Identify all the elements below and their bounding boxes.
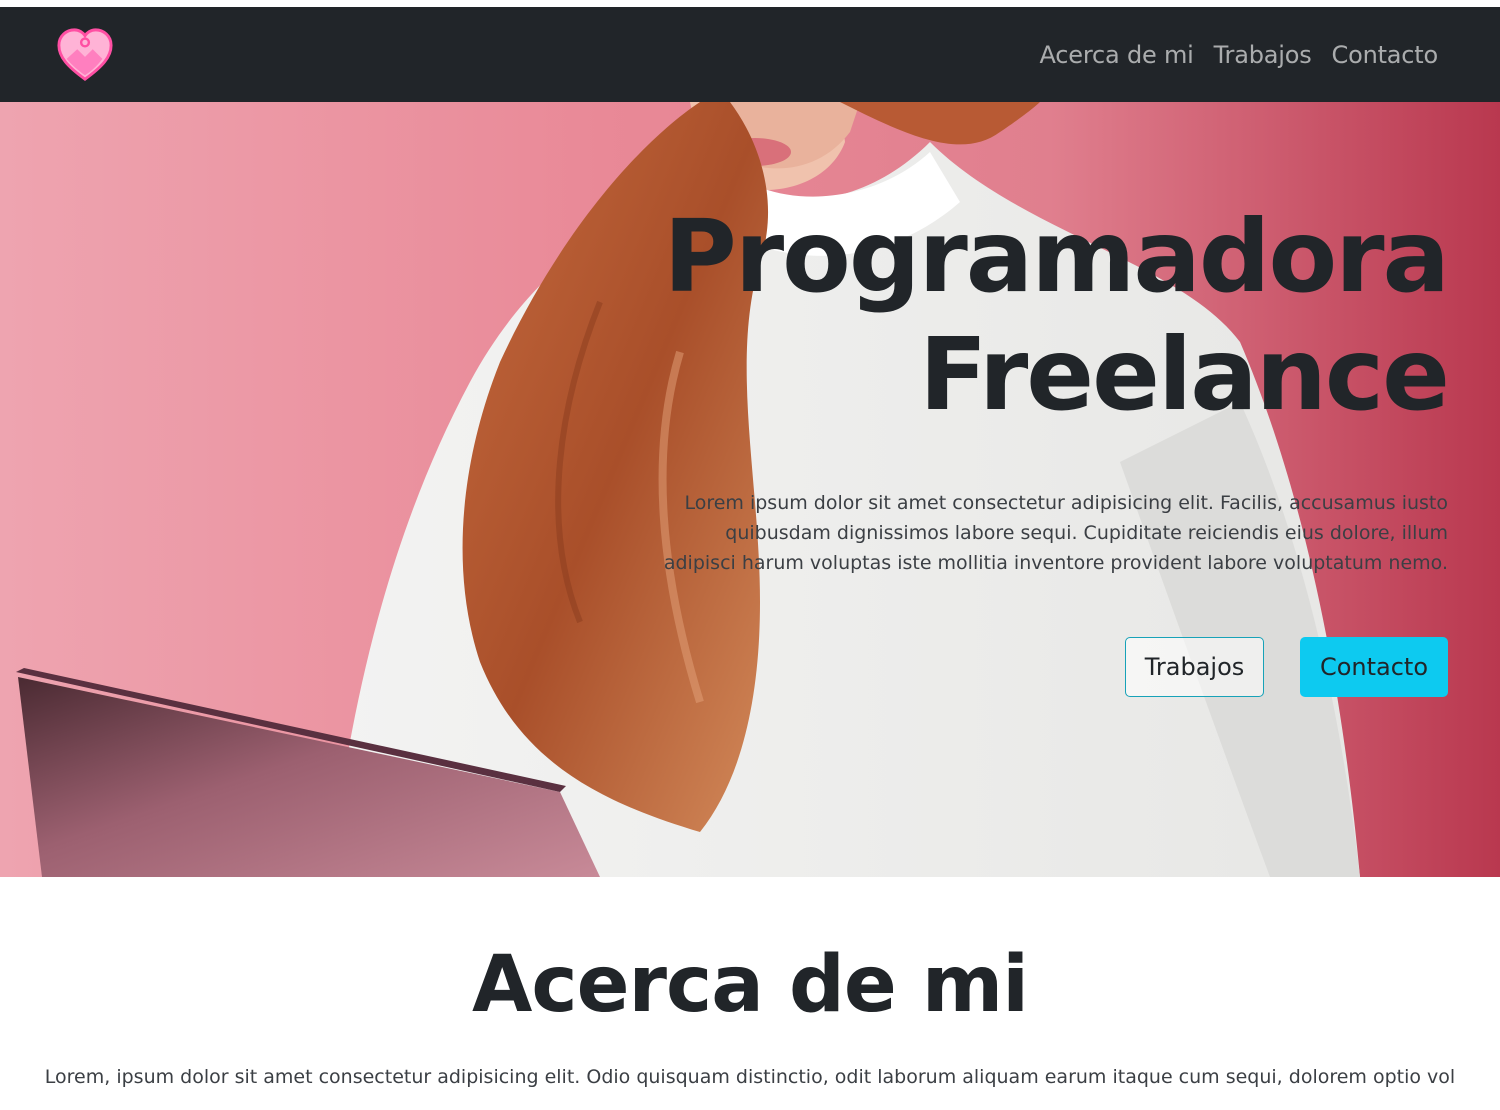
nav-links: Acerca de mi Trabajos Contacto [1040, 41, 1439, 69]
contacto-button[interactable]: Contacto [1300, 637, 1448, 697]
trabajos-button[interactable]: Trabajos [1125, 637, 1264, 697]
heart-image-logo-icon[interactable] [56, 26, 114, 84]
hero-description: Lorem ipsum dolor sit amet consectetur a… [663, 492, 1448, 574]
hero-buttons: Trabajos Contacto [1125, 637, 1448, 697]
nav-link-acerca[interactable]: Acerca de mi [1040, 41, 1194, 69]
top-strip [0, 0, 1500, 7]
about-text: Lorem, ipsum dolor sit amet consectetur … [44, 1066, 1456, 1088]
hero-section: Programadora Freelance Lorem ipsum dolor… [0, 102, 1500, 877]
hero-title: Programadora Freelance [548, 198, 1450, 434]
about-title: Acerca de mi [472, 940, 1029, 1030]
nav-link-trabajos[interactable]: Trabajos [1214, 41, 1312, 69]
hero-title-line1: Programadora [663, 198, 1450, 315]
hero-title-line2: Freelance [919, 316, 1450, 433]
navbar: Acerca de mi Trabajos Contacto [0, 7, 1500, 102]
nav-link-contacto[interactable]: Contacto [1332, 41, 1439, 69]
